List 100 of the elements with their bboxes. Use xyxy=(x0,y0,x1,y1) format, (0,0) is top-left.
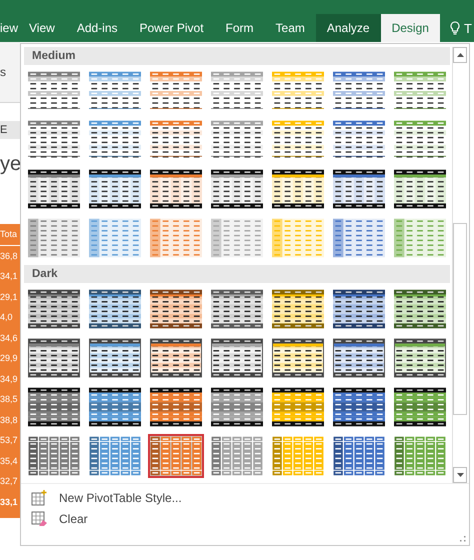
table-preview-icon xyxy=(150,218,202,258)
ribbon-tab[interactable]: Form xyxy=(214,14,265,42)
table-preview-icon xyxy=(394,289,446,329)
table-preview-icon xyxy=(89,120,141,160)
style-thumbnail[interactable] xyxy=(270,434,326,478)
sheet-heading: ye xyxy=(0,153,20,176)
tell-me-text[interactable]: T xyxy=(464,20,472,36)
style-thumbnail[interactable] xyxy=(392,434,448,478)
table-preview-icon xyxy=(211,387,263,427)
style-thumbnail[interactable] xyxy=(87,434,143,478)
table-cell-text: 34,9 xyxy=(0,372,19,386)
table-preview-icon xyxy=(211,289,263,329)
style-thumbnail[interactable] xyxy=(87,167,143,211)
table-preview-icon xyxy=(272,120,324,160)
table-preview-icon xyxy=(28,289,80,329)
table-cell-text: 38,5 xyxy=(0,393,19,406)
table-preview-icon xyxy=(211,338,263,378)
style-thumbnail[interactable] xyxy=(331,434,387,478)
style-thumbnail[interactable] xyxy=(270,216,326,260)
style-thumbnail[interactable] xyxy=(148,216,204,260)
style-thumbnail[interactable] xyxy=(209,385,265,429)
ribbon-tab[interactable]: View xyxy=(18,14,66,42)
table-preview-icon xyxy=(150,289,202,329)
style-thumbnail[interactable] xyxy=(331,167,387,211)
style-thumbnail[interactable] xyxy=(87,385,143,429)
style-thumbnail[interactable] xyxy=(148,434,204,478)
ribbon-tab[interactable]: Team xyxy=(264,14,316,42)
table-preview-icon xyxy=(28,120,80,160)
style-thumbnail[interactable] xyxy=(148,336,204,380)
style-thumbnail[interactable] xyxy=(392,287,448,331)
style-thumbnail[interactable] xyxy=(392,385,448,429)
style-thumbnail[interactable] xyxy=(270,385,326,429)
style-thumbnail[interactable] xyxy=(87,287,143,331)
table-preview-icon xyxy=(333,289,385,329)
table-cell-text: 34,1 xyxy=(0,270,19,284)
table-preview-icon xyxy=(89,71,141,111)
new-table-style-icon xyxy=(31,490,47,506)
scrollbar-thumb[interactable] xyxy=(453,223,467,415)
table-cell-text: 29,1 xyxy=(0,290,19,304)
menu-item[interactable]: New PivotTable Style... xyxy=(31,488,469,508)
down-arrow-icon xyxy=(456,473,464,477)
table-preview-icon xyxy=(211,71,263,111)
style-thumbnail[interactable] xyxy=(209,216,265,260)
style-thumbnail[interactable] xyxy=(392,167,448,211)
table-preview-icon xyxy=(394,169,446,209)
table-preview-icon xyxy=(89,289,141,329)
style-thumbnail[interactable] xyxy=(26,434,82,478)
style-thumbnail[interactable] xyxy=(331,336,387,380)
table-preview-icon xyxy=(150,387,202,427)
style-thumbnail[interactable] xyxy=(26,336,82,380)
style-thumbnail[interactable] xyxy=(209,434,265,478)
style-thumbnail[interactable] xyxy=(209,336,265,380)
table-preview-icon xyxy=(150,338,202,378)
scroll-up-button[interactable] xyxy=(453,47,467,63)
table-preview-icon xyxy=(28,436,80,476)
style-thumbnail[interactable] xyxy=(209,167,265,211)
style-thumbnail[interactable] xyxy=(209,287,265,331)
style-thumbnail[interactable] xyxy=(392,216,448,260)
table-preview-icon xyxy=(394,436,446,476)
style-thumbnail[interactable] xyxy=(87,336,143,380)
style-thumbnail[interactable] xyxy=(87,216,143,260)
style-thumbnail[interactable] xyxy=(148,385,204,429)
table-preview-icon xyxy=(333,120,385,160)
style-thumbnail[interactable] xyxy=(26,167,82,211)
style-thumbnail[interactable] xyxy=(331,385,387,429)
table-preview-icon xyxy=(394,71,446,111)
table-preview-icon xyxy=(28,71,80,111)
ribbon-tab[interactable]: iew xyxy=(0,14,18,42)
table-preview-icon xyxy=(394,120,446,160)
table-preview-icon xyxy=(333,169,385,209)
table-preview-icon xyxy=(28,218,80,258)
table-preview-icon xyxy=(150,436,202,476)
clear-table-style-icon xyxy=(31,511,47,527)
style-thumbnail[interactable] xyxy=(331,216,387,260)
style-thumbnail[interactable] xyxy=(148,287,204,331)
resize-grip-icon[interactable] xyxy=(460,536,466,542)
menu-item[interactable]: Clear xyxy=(31,509,469,529)
style-thumbnail[interactable] xyxy=(26,287,82,331)
style-thumbnail[interactable] xyxy=(270,167,326,211)
style-thumbnail[interactable] xyxy=(331,287,387,331)
table-cell-text: 29,9 xyxy=(0,352,19,366)
column-header: E xyxy=(0,121,20,139)
section-header: Dark xyxy=(24,265,450,283)
ribbon-tab[interactable]: Analyze xyxy=(316,14,381,42)
ribbon-tab[interactable]: Power Pivot xyxy=(128,14,215,42)
table-preview-icon xyxy=(272,387,324,427)
table-preview-icon xyxy=(28,387,80,427)
scroll-down-button[interactable] xyxy=(453,467,467,483)
style-thumbnail[interactable] xyxy=(26,385,82,429)
style-thumbnail[interactable] xyxy=(148,167,204,211)
style-thumbnail[interactable] xyxy=(270,336,326,380)
table-preview-icon xyxy=(394,387,446,427)
table-preview-icon xyxy=(89,387,141,427)
style-thumbnail[interactable] xyxy=(392,336,448,380)
style-thumbnail[interactable] xyxy=(270,287,326,331)
ribbon-tab[interactable]: Design xyxy=(380,14,440,42)
ribbon-tab[interactable]: Add-ins xyxy=(66,14,128,42)
table-cell-text: 33,1 xyxy=(0,496,19,509)
table-cell-text: 34,6 xyxy=(0,332,19,345)
style-thumbnail[interactable] xyxy=(26,216,82,260)
